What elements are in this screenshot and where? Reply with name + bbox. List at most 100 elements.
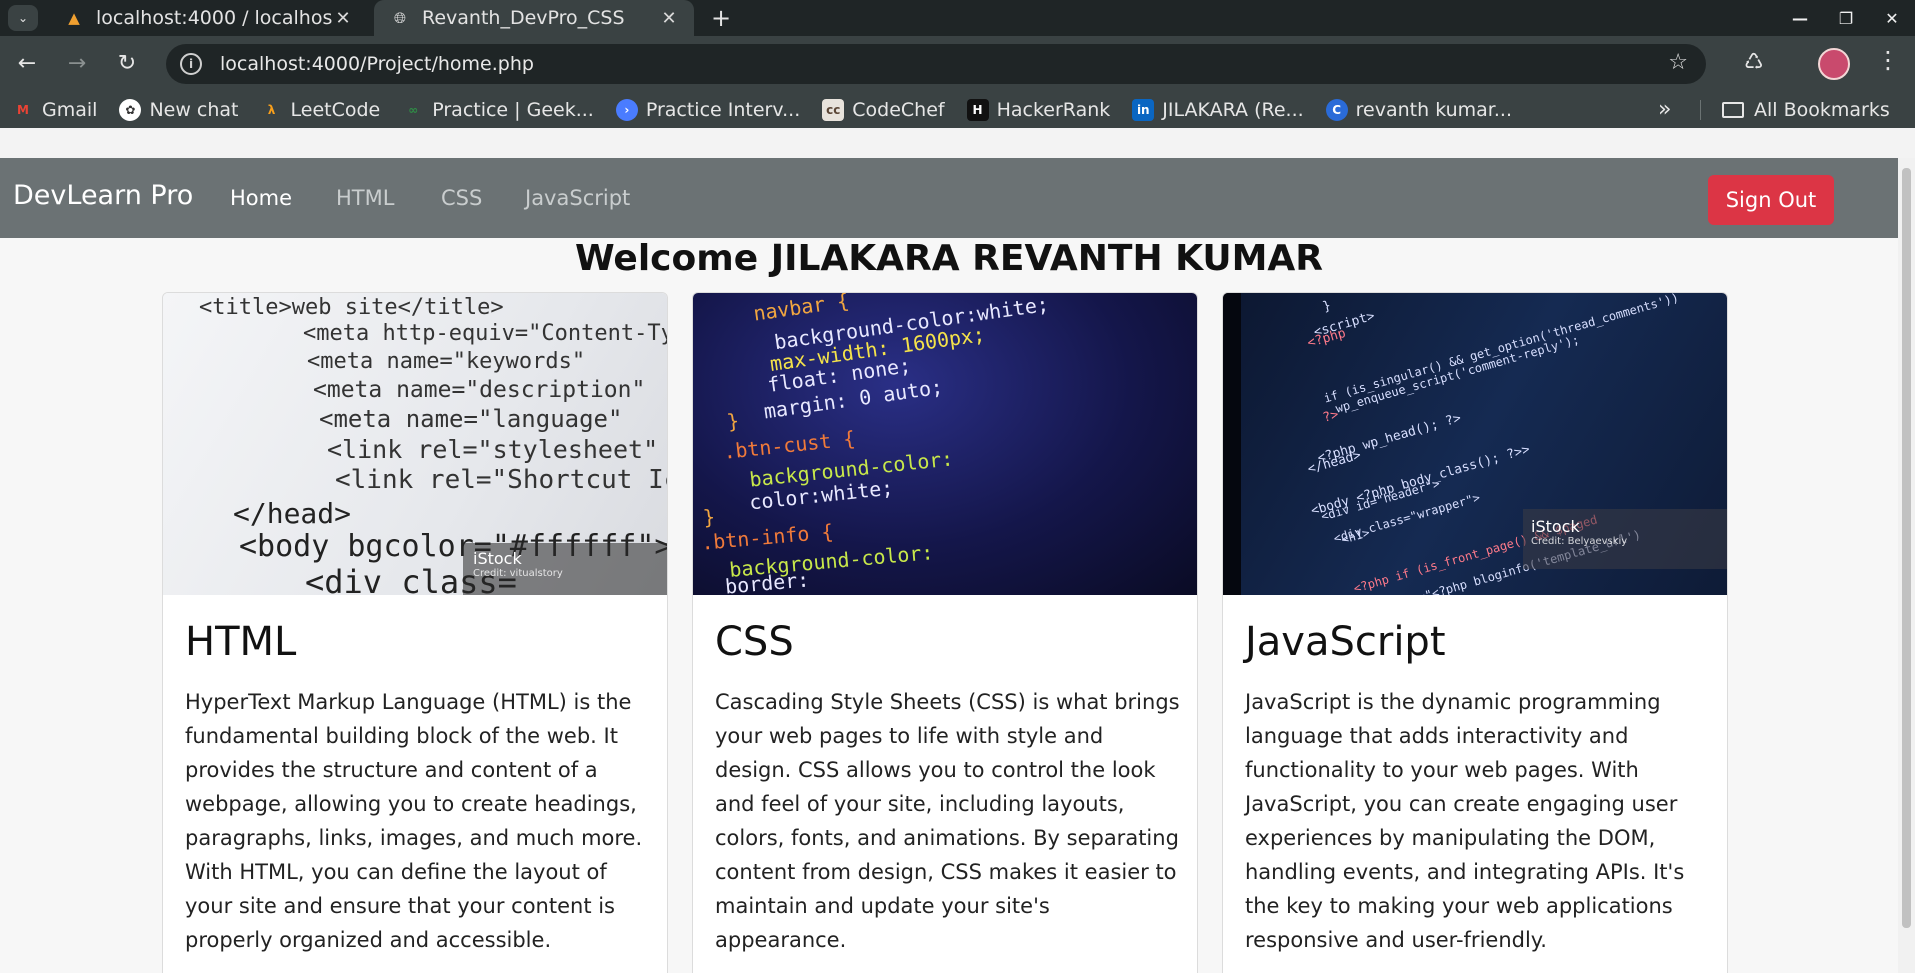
profile-avatar[interactable]: [1818, 48, 1850, 80]
browser-menu-icon[interactable]: ⋮: [1876, 46, 1900, 74]
code-gutter: [1223, 293, 1241, 595]
istock-watermark: iStock Credit: Belyaevskiy: [1531, 517, 1627, 547]
card-text-css: Cascading Style Sheets (CSS) is what bri…: [715, 690, 1180, 952]
card-html: <title>web site</title> <meta http-equiv…: [162, 292, 668, 973]
bookmark-revanth-kumar[interactable]: C revanth kumar...: [1325, 99, 1512, 121]
url-text[interactable]: localhost:4000/Project/home.php: [220, 53, 534, 75]
bookmarks-bar: M Gmail ✿ New chat λ LeetCode ∞ Practice…: [0, 92, 1915, 128]
hackerrank-icon: H: [966, 99, 989, 121]
browser-toolbar: ← → ↻ i localhost:4000/Project/home.php …: [0, 36, 1915, 128]
folder-icon: [1722, 102, 1744, 118]
nav-link-javascript[interactable]: JavaScript: [525, 186, 630, 210]
sign-out-button[interactable]: Sign Out: [1708, 175, 1834, 225]
card-javascript: } <script> <?php if (is_singular() && ge…: [1222, 292, 1728, 973]
nav-link-html[interactable]: HTML: [336, 186, 394, 210]
code-line: <meta name="language": [319, 405, 623, 433]
gmail-icon: M: [17, 103, 29, 117]
bookmark-label: HackerRank: [996, 99, 1111, 121]
bookmark-label: revanth kumar...: [1355, 99, 1512, 121]
code-line: <meta name="keywords": [307, 349, 586, 374]
bookmark-label: LeetCode: [290, 99, 381, 121]
bookmark-gmail[interactable]: M Gmail: [12, 99, 97, 121]
code-line: ?>: [1321, 407, 1341, 426]
watermark-text: iStock: [1531, 517, 1580, 536]
tab-title: Revanth_DevPro_CSS: [422, 7, 625, 29]
watermark-text: iStock: [473, 549, 522, 568]
card-image-html-code: <title>web site</title> <meta http-equiv…: [163, 293, 667, 595]
bookmarks-divider: [1700, 100, 1701, 120]
window-controls: — ❐ ✕: [1777, 0, 1915, 36]
minimize-icon[interactable]: —: [1777, 9, 1823, 28]
nav-link-css[interactable]: CSS: [441, 186, 482, 210]
nav-link-home[interactable]: Home: [230, 186, 292, 210]
card-title-javascript: JavaScript: [1245, 619, 1446, 665]
code-line: }: [701, 504, 717, 530]
codechef-icon: cc: [822, 99, 845, 121]
code-line: }: [1321, 298, 1333, 315]
browser-tab-bar: ⌄ ▲ localhost:4000 / localhos ✕ 🌐︎ Revan…: [0, 0, 1915, 36]
code-line: <meta http-equiv="Content-Type": [303, 321, 667, 346]
card-title-css: CSS: [715, 619, 794, 665]
all-bookmarks-label: All Bookmarks: [1754, 99, 1890, 121]
more-bookmarks-icon[interactable]: »: [1658, 92, 1671, 128]
bookmark-hackerrank[interactable]: H HackerRank: [966, 99, 1111, 121]
reload-icon[interactable]: ↻: [110, 46, 144, 80]
globe-icon: 🌐︎: [393, 9, 406, 27]
linkedin-icon: in: [1132, 99, 1155, 121]
interviewbit-icon: ›: [615, 99, 638, 121]
phpmyadmin-icon: ▲: [68, 9, 80, 27]
bookmark-codechef[interactable]: cc CodeChef: [822, 99, 945, 121]
card-text-javascript: JavaScript is the dynamic programming la…: [1245, 690, 1685, 952]
card-image-css-code: navbar { background-color:white; max-wid…: [693, 293, 1197, 595]
tab-revanth-devpro[interactable]: 🌐︎ Revanth_DevPro_CSS ✕: [374, 0, 694, 36]
bookmark-geeksforgeeks[interactable]: ∞ Practice | Geek...: [402, 99, 594, 121]
card-text-html: HyperText Markup Language (HTML) is the …: [185, 690, 643, 952]
code-line: <link rel="Shortcut Icon": [335, 465, 667, 495]
bookmark-label: Practice Interv...: [645, 99, 801, 121]
tab-close-icon[interactable]: ✕: [332, 8, 354, 29]
tab-close-icon[interactable]: ✕: [658, 8, 680, 29]
code-line: <meta name="description": [313, 377, 646, 403]
card-title-html: HTML: [185, 619, 297, 665]
watermark-credit: Credit: Belyaevskiy: [1531, 536, 1628, 547]
new-tab-button[interactable]: +: [706, 4, 736, 32]
code-line: <?php: [1305, 325, 1348, 352]
all-bookmarks-button[interactable]: All Bookmarks: [1722, 92, 1890, 128]
bookmark-label: New chat: [149, 99, 239, 121]
bookmark-label: CodeChef: [852, 99, 945, 121]
istock-watermark: iStock Credit: vitualstory: [473, 549, 563, 579]
close-window-icon[interactable]: ✕: [1869, 9, 1915, 28]
brand-logo[interactable]: DevLearn Pro: [13, 180, 193, 211]
forward-icon[interactable]: →: [60, 46, 94, 80]
site-navbar: DevLearn Pro Home HTML CSS JavaScript Si…: [0, 158, 1898, 238]
tab-phpmyadmin[interactable]: ▲ localhost:4000 / localhos ✕: [48, 0, 368, 36]
tab-search-chevron-icon[interactable]: ⌄: [8, 5, 38, 31]
bookmark-star-icon[interactable]: ☆: [1668, 50, 1688, 75]
card-css: navbar { background-color:white; max-wid…: [692, 292, 1198, 973]
welcome-heading: Welcome JILAKARA REVANTH KUMAR: [574, 238, 1324, 279]
c-icon: C: [1325, 99, 1348, 121]
scrollbar-thumb[interactable]: [1902, 168, 1911, 928]
page-scrollbar[interactable]: [1898, 158, 1915, 973]
address-bar[interactable]: i localhost:4000/Project/home.php ☆: [166, 44, 1706, 84]
bookmark-linkedin[interactable]: in JILAKARA (Re...: [1132, 99, 1304, 121]
code-line: if (is_singular() && get_option('thread_…: [1322, 293, 1681, 406]
bookmark-leetcode[interactable]: λ LeetCode: [261, 99, 381, 121]
bookmark-new-chat[interactable]: ✿ New chat: [119, 99, 239, 121]
code-line: wp_enqueue_script('comment-reply');: [1333, 332, 1581, 416]
card-image-javascript-code: } <script> <?php if (is_singular() && ge…: [1223, 293, 1727, 595]
web-page: DevLearn Pro Home HTML CSS JavaScript Si…: [0, 158, 1898, 973]
bookmark-label: JILAKARA (Re...: [1162, 99, 1304, 121]
restore-icon[interactable]: ❐: [1823, 9, 1869, 28]
code-line: <link rel="stylesheet": [327, 435, 659, 464]
bookmark-label: Practice | Geek...: [432, 99, 594, 121]
bookmark-interviewbit[interactable]: › Practice Interv...: [615, 99, 801, 121]
leetcode-icon: λ: [267, 103, 276, 117]
chatgpt-icon: ✿: [119, 99, 142, 121]
extensions-icon[interactable]: ♺: [1744, 50, 1764, 75]
code-line: <title>web site</title>: [199, 295, 504, 320]
site-info-icon[interactable]: i: [180, 53, 202, 75]
back-icon[interactable]: ←: [10, 46, 44, 80]
bookmark-label: Gmail: [42, 99, 98, 121]
geeksforgeeks-icon: ∞: [408, 103, 419, 117]
